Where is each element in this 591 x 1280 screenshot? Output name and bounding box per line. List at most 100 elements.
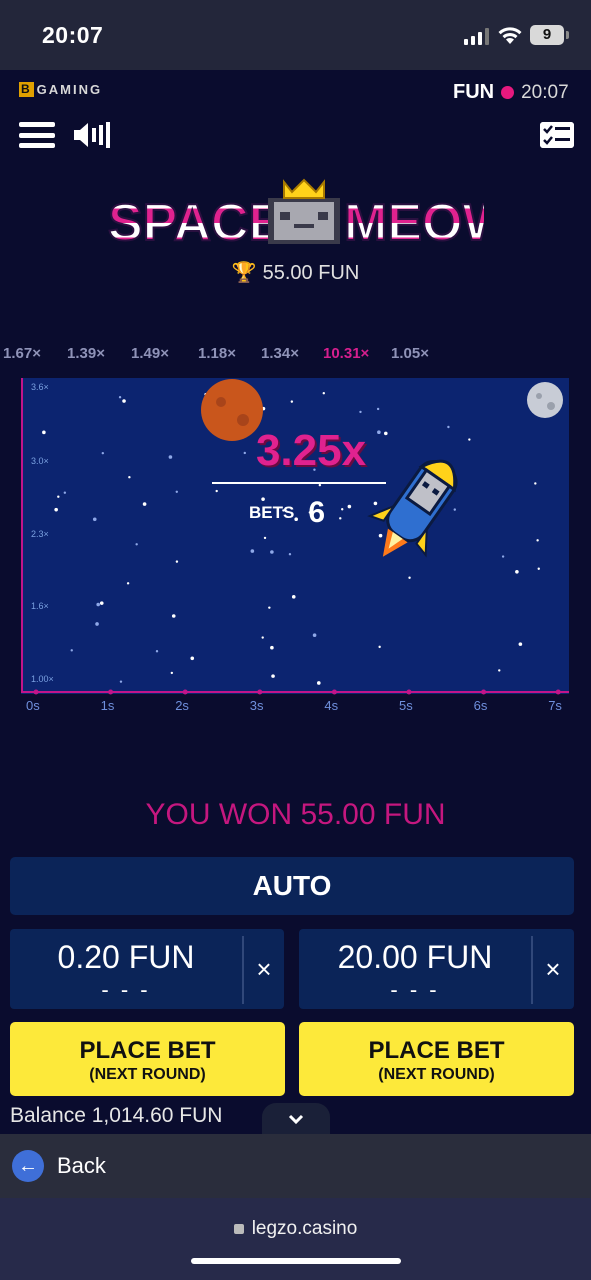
star-icon — [215, 489, 218, 493]
mode-dot-icon — [501, 86, 515, 99]
star-icon — [175, 560, 179, 563]
star-icon — [101, 451, 105, 455]
history-item: 1.34× — [261, 345, 299, 362]
x-tick-mark — [33, 689, 39, 695]
star-icon — [290, 400, 294, 403]
back-bar: ← Back — [0, 1134, 591, 1198]
star-icon — [126, 582, 130, 585]
star-icon — [453, 508, 456, 511]
moon-planet-icon — [527, 382, 563, 418]
place-bet-button-1[interactable]: PLACE BET (NEXT ROUND) — [10, 1022, 285, 1096]
mode-indicator: FUN 20:07 — [453, 81, 569, 104]
provider-logo: B GAMING — [19, 82, 102, 97]
star-icon — [536, 539, 539, 542]
history-item: 1.05× — [391, 345, 429, 362]
bet-history-icon[interactable] — [540, 122, 574, 148]
x-tick-label: 4s — [324, 698, 339, 713]
x-tick-label: 1s — [100, 698, 115, 713]
signal-icon — [464, 28, 489, 45]
y-tick-label: 1.00× — [31, 674, 54, 684]
x-tick-label: 7s — [548, 698, 562, 713]
star-icon — [99, 601, 104, 605]
bet-amount-panel-1[interactable]: 0.20 FUN - - - × — [10, 929, 284, 1009]
clear-bet-1-button[interactable]: × — [244, 954, 284, 985]
star-icon — [270, 645, 274, 650]
star-icon — [339, 517, 342, 520]
history-item: 1.67× — [3, 345, 41, 362]
star-icon — [537, 567, 540, 570]
svg-text:SPACE: SPACE — [108, 194, 283, 250]
star-icon — [261, 636, 264, 639]
star-icon — [142, 502, 147, 506]
star-icon — [96, 602, 100, 607]
star-icon — [122, 399, 126, 403]
clear-bet-2-button[interactable]: × — [533, 954, 573, 985]
bet-amount-2[interactable]: 20.00 FUN — [299, 939, 531, 976]
star-icon — [518, 642, 523, 646]
back-button[interactable]: Back — [57, 1153, 106, 1179]
bets-count: 6 — [308, 496, 326, 529]
history-item: 1.39× — [67, 345, 105, 362]
star-icon — [376, 407, 380, 411]
x-tick-mark — [481, 689, 487, 695]
star-icon — [288, 553, 292, 556]
x-tick-mark — [331, 689, 337, 695]
place-bet-sub: (NEXT ROUND) — [378, 1066, 495, 1083]
status-time: 20:07 — [42, 22, 104, 48]
place-bet-button-2[interactable]: PLACE BET (NEXT ROUND) — [299, 1022, 574, 1096]
balance: Balance 1,014.60 FUN — [10, 1104, 223, 1127]
y-tick-label: 1.6× — [31, 601, 49, 611]
x-tick-mark — [257, 689, 263, 695]
star-icon — [263, 536, 267, 540]
x-tick-label: 2s — [175, 698, 189, 713]
y-tick-label: 3.6× — [31, 382, 49, 392]
sound-icon[interactable] — [72, 120, 112, 150]
game-page: 20:07 9 B GAMING FUN 20:07 SPACE MEO 🏆 5… — [0, 0, 591, 1280]
hamburger-menu-icon[interactable] — [19, 122, 55, 148]
x-tick-label: 3s — [249, 698, 264, 713]
bets-label: BETS — [249, 503, 295, 522]
star-icon — [359, 410, 362, 414]
star-icon — [318, 483, 322, 487]
y-tick-label: 3.0× — [31, 456, 49, 466]
svg-text:MEOW: MEOW — [344, 194, 484, 250]
multiplier-history: 1.67× 1.39× 1.49× 1.18× 1.34× 10.31× 1.0… — [0, 345, 591, 367]
star-icon — [341, 508, 344, 511]
bet-amount-1[interactable]: 0.20 FUN — [10, 939, 242, 976]
star-icon — [175, 490, 178, 493]
star-icon — [447, 425, 450, 429]
bet-amount-2-sub: - - - — [390, 977, 440, 1002]
star-icon — [312, 633, 317, 638]
star-icon — [171, 614, 176, 618]
top-win-value: 55.00 FUN — [262, 262, 360, 284]
x-tick-mark — [182, 689, 188, 695]
star-icon — [378, 645, 381, 649]
y-tick-label: 2.3× — [31, 529, 49, 539]
chevron-down-icon — [288, 1114, 304, 1125]
game-logo: SPACE MEOW — [108, 178, 484, 250]
star-icon — [42, 430, 46, 435]
bet-amount-panel-2[interactable]: 20.00 FUN - - - × — [299, 929, 574, 1009]
star-icon — [317, 681, 321, 685]
star-icon — [498, 669, 501, 672]
star-icon — [291, 595, 296, 599]
star-icon — [119, 680, 123, 683]
browser-url-bar[interactable]: legzo.casino — [0, 1198, 591, 1280]
place-bet-label: PLACE BET — [368, 1037, 505, 1064]
star-icon — [270, 550, 274, 554]
star-icon — [170, 671, 174, 675]
expand-panel-button[interactable] — [262, 1103, 330, 1135]
star-icon — [373, 501, 378, 506]
history-item-highlight: 10.31× — [323, 345, 370, 362]
star-icon — [347, 504, 352, 509]
star-icon — [54, 507, 58, 512]
star-icon — [95, 622, 99, 626]
auto-button[interactable]: AUTO — [10, 857, 574, 915]
star-icon — [128, 476, 131, 479]
crash-chart: 3.6× 3.0× 2.3× 1.6× 1.00× 0s 1s 2s 3s 4s 5s 6s 7s 3… — [21, 378, 569, 718]
star-icon — [378, 533, 383, 538]
provider-logo-letter: B — [19, 82, 34, 97]
provider-logo-text: GAMING — [36, 82, 103, 97]
lock-icon — [233, 1224, 244, 1234]
back-arrow-icon[interactable]: ← — [12, 1150, 44, 1182]
